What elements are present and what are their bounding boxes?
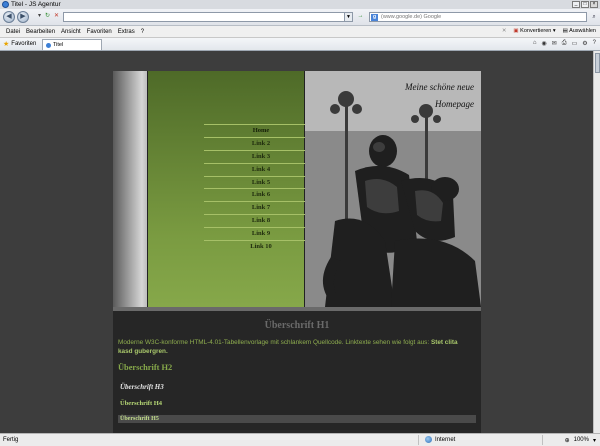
- go-icon[interactable]: →: [357, 13, 364, 20]
- globe-icon: [425, 436, 432, 443]
- status-separator-2: [542, 435, 543, 445]
- nav-link-4[interactable]: Link 4: [204, 162, 318, 176]
- nav-link-3[interactable]: Link 3: [204, 149, 318, 163]
- address-field[interactable]: ▼: [63, 12, 353, 22]
- header-grey-strip: [113, 71, 147, 307]
- heading-h2: Überschrift H2: [118, 363, 173, 372]
- tab-title: Titel: [53, 42, 64, 48]
- convert-button[interactable]: ▣ Konvertieren ▾: [513, 28, 555, 34]
- select-icon: ▤: [562, 28, 568, 34]
- print-icon[interactable]: ⎙: [562, 40, 567, 47]
- heading-h4: Überschrift H4: [120, 400, 163, 407]
- site-title-line1: Meine schöne neue: [405, 82, 474, 92]
- content-area: Überschrift H1 Moderne W3C-konforme HTML…: [113, 311, 481, 433]
- website: Home Link 2 Link 3 Link 4 Link 5 Link 6 …: [113, 71, 481, 433]
- zoom-level: 100%: [573, 437, 589, 443]
- command-bar: ⌂ ◉ ✉ ⎙ ▭ ⚙ ?: [533, 40, 596, 47]
- header-green-panel: Home Link 2 Link 3 Link 4 Link 5 Link 6 …: [147, 71, 318, 307]
- search-input[interactable]: [381, 14, 561, 20]
- heading-h3: Überschrift H3: [120, 383, 164, 391]
- scrollbar-thumb[interactable]: [595, 53, 600, 73]
- back-button[interactable]: ◀: [3, 11, 15, 23]
- close-toolbar-icon[interactable]: ✕: [502, 28, 507, 34]
- page-viewport: Home Link 2 Link 3 Link 4 Link 5 Link 6 …: [0, 51, 593, 433]
- convert-icon: ▣: [513, 28, 519, 34]
- search-icon[interactable]: ⌕: [590, 12, 598, 22]
- status-separator: [418, 435, 419, 445]
- feeds-icon[interactable]: ◉: [542, 40, 547, 47]
- menu-help[interactable]: ?: [141, 29, 144, 35]
- select-label: Auswählen: [569, 28, 596, 34]
- status-text: Fertig: [3, 437, 19, 443]
- menu-edit[interactable]: Bearbeiten: [26, 29, 55, 35]
- browser-icon: [2, 1, 9, 8]
- forward-button[interactable]: ▶: [17, 11, 29, 23]
- menu-bar: Datei Bearbeiten Ansicht Favoriten Extra…: [0, 26, 600, 38]
- nav-link-10[interactable]: Link 10: [204, 240, 318, 253]
- header-photo-statue: Meine schöne neue Homepage: [305, 71, 481, 307]
- site-title-line2: Homepage: [435, 99, 474, 109]
- menu-view[interactable]: Ansicht: [61, 29, 81, 35]
- menubar-tools: ✕ ▣ Konvertieren ▾ ▤ Auswählen: [502, 28, 596, 34]
- menu-tools[interactable]: Extras: [118, 29, 135, 35]
- browser-tab[interactable]: Titel: [42, 39, 102, 50]
- nav-link-7[interactable]: Link 7: [204, 201, 318, 214]
- nav-link-9[interactable]: Link 9: [204, 227, 318, 240]
- site-navigation: Home Link 2 Link 3 Link 4 Link 5 Link 6 …: [204, 124, 318, 253]
- select-button[interactable]: ▤ Auswählen: [563, 28, 596, 34]
- refresh-icon[interactable]: ↻: [44, 13, 51, 20]
- security-zone[interactable]: Internet: [425, 436, 455, 443]
- safety-icon[interactable]: ⚙: [582, 40, 587, 47]
- stop-icon[interactable]: ✕: [53, 13, 60, 20]
- status-bar: Fertig Internet ⊕ 100% ▾: [0, 433, 600, 446]
- help-icon[interactable]: ?: [593, 40, 596, 47]
- zone-label: Internet: [435, 436, 456, 443]
- vertical-scrollbar[interactable]: [593, 51, 600, 433]
- nav-home[interactable]: Home: [204, 124, 318, 137]
- heading-h1: Überschrift H1: [264, 320, 330, 331]
- nav-link-2[interactable]: Link 2: [204, 136, 318, 150]
- favorites-bar: ★ Favoriten Titel ⌂ ◉ ✉ ⎙ ▭ ⚙ ?: [0, 38, 600, 51]
- window-controls: _ □ ×: [572, 1, 598, 8]
- favorites-label: Favoriten: [11, 41, 37, 47]
- title-bar: Titel - JS Agentur _ □ ×: [0, 0, 600, 9]
- address-dropdown-icon[interactable]: ▼: [344, 13, 352, 21]
- intro-paragraph: Moderne W3C-konforme HTML-4.01-Tabellenv…: [118, 338, 468, 356]
- window-title: Titel - JS Agentur: [11, 1, 61, 8]
- maximize-button[interactable]: □: [581, 1, 589, 8]
- zoom-control[interactable]: ⊕ 100% ▾: [565, 437, 596, 444]
- nav-link-6[interactable]: Link 6: [204, 188, 318, 201]
- search-provider-icon[interactable]: g: [371, 13, 378, 21]
- address-toolbar: ◀ ▶ ▾ ↻ ✕ ▼ → g ⌕: [0, 9, 600, 26]
- site-title: Meine schöne neue Homepage: [405, 79, 474, 113]
- search-field[interactable]: g: [369, 12, 587, 22]
- minimize-button[interactable]: _: [572, 1, 580, 8]
- page-icon[interactable]: ▭: [572, 40, 578, 47]
- mail-icon[interactable]: ✉: [552, 40, 557, 47]
- convert-label: Konvertieren: [520, 28, 552, 34]
- history-dropdown-icon[interactable]: ▾: [36, 13, 43, 20]
- nav-link-8[interactable]: Link 8: [204, 214, 318, 227]
- paragraph-text: Moderne W3C-konforme HTML-4.01-Tabellenv…: [118, 339, 431, 346]
- menu-file[interactable]: Datei: [6, 29, 20, 35]
- home-icon[interactable]: ⌂: [533, 40, 537, 47]
- tab-favicon-icon: [46, 42, 51, 48]
- close-button[interactable]: ×: [590, 1, 598, 8]
- heading-h5: Überschrift H5: [118, 415, 476, 423]
- zoom-icon: ⊕: [564, 438, 570, 444]
- nav-link-5[interactable]: Link 5: [204, 175, 318, 189]
- menu-favorites[interactable]: Favoriten: [87, 29, 112, 35]
- zoom-dropdown-icon[interactable]: ▾: [593, 437, 596, 444]
- star-icon: ★: [3, 41, 10, 48]
- favorites-button[interactable]: ★ Favoriten: [3, 40, 36, 48]
